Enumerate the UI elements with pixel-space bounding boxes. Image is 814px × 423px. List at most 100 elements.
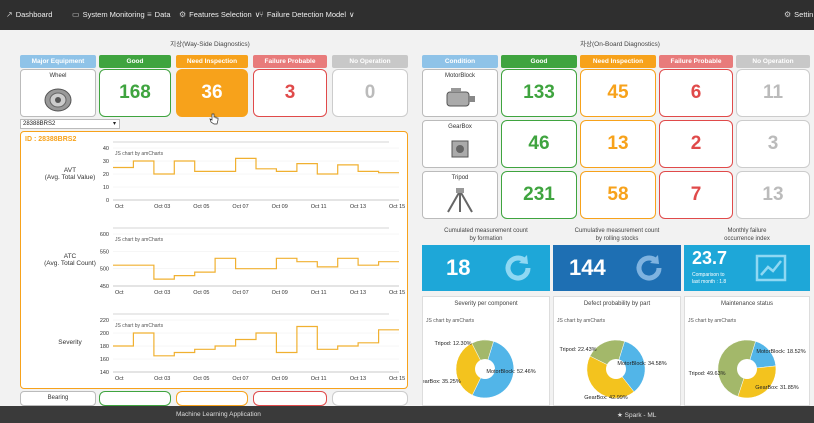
tripod-need-count[interactable]: 58 (580, 171, 656, 219)
maintenance-status-card: Maintenance status JS chart by amCharts … (684, 296, 810, 406)
onboard-header-good: Good (501, 55, 577, 68)
nav-data[interactable]: ≡ Data (147, 10, 171, 19)
bearing-fail-count[interactable] (253, 391, 327, 406)
nav-failure-detection-model[interactable]: ⑂ Failure Detection Model ∨ (259, 10, 355, 19)
x-tick-label: Oct 15 (389, 376, 405, 382)
condition-tripod-label: Tripod (451, 175, 469, 181)
pie-label: GearBox: 35.25% (423, 379, 461, 385)
star-icon: ★ (617, 412, 623, 419)
wheel-good-count[interactable]: 168 (99, 69, 171, 117)
kpi-rolling-tile[interactable]: 144 (553, 245, 681, 291)
chart-line-icon: ↗ (6, 10, 13, 19)
tripod-noop-count[interactable]: 13 (736, 171, 810, 219)
nav-system-monitoring[interactable]: ▭ System Monitoring (72, 10, 145, 19)
nav-settings-label: Settin (794, 10, 814, 19)
gearbox-good-count[interactable]: 46 (501, 120, 577, 168)
condition-motorblock[interactable]: MotorBlock (422, 69, 498, 117)
kpi-rolling-value: 144 (569, 255, 606, 280)
pie-label: MotorBlock: 34.58% (617, 361, 666, 367)
x-tick-label: Oct 07 (232, 376, 248, 382)
onboard-header-condition: Condition (422, 55, 498, 68)
tripod-good-count[interactable]: 231 (501, 171, 577, 219)
y-tick-label: 220 (100, 318, 109, 324)
motorblock-noop-count[interactable]: 11 (736, 69, 810, 117)
refresh-icon (636, 255, 662, 281)
y-tick-label: 600 (100, 232, 109, 238)
y-tick-label: 20 (103, 172, 109, 178)
x-tick-label: Oct 07 (232, 204, 248, 210)
y-tick-label: 30 (103, 159, 109, 165)
y-tick-label: 10 (103, 185, 109, 191)
database-icon: ≡ (147, 10, 152, 19)
x-tick-label: Oct 07 (232, 290, 248, 296)
refresh-icon (505, 255, 531, 281)
line-series-severity (113, 325, 399, 357)
defect-probability-card: Defect probability by part JS chart by a… (553, 296, 681, 406)
wayside-header-equipment: Major Equipment (20, 55, 96, 68)
condition-gearbox-label: GearBox (448, 124, 472, 130)
x-tick-label: Oct 05 (193, 204, 209, 210)
x-tick-label: Oct 13 (350, 290, 366, 296)
gearbox-noop-count[interactable]: 3 (736, 120, 810, 168)
x-tick-label: Oct 03 (154, 376, 170, 382)
footer-app-name: Machine Learning Application (176, 411, 261, 418)
gearbox-fail-count[interactable]: 2 (659, 120, 733, 168)
chart-credit: JS chart by amCharts (115, 323, 164, 329)
condition-tripod[interactable]: Tripod (422, 171, 498, 219)
equipment-id-select[interactable]: 28388BRS2 ▾ (20, 119, 120, 129)
bearing-need-count[interactable] (176, 391, 248, 406)
nav-features-selection-label: Features Selection (189, 10, 252, 19)
pie-label: GearBox: 42.99% (584, 395, 628, 401)
motorblock-good-count[interactable]: 133 (501, 69, 577, 117)
onboard-title: 차상(On-Board Diagnostics) (580, 41, 660, 48)
onboard-header-noop: No Operation (736, 55, 810, 68)
kpi-formation-value: 18 (446, 255, 471, 280)
footer-spark: ★ Spark - ML (617, 412, 657, 419)
gear-icon: ⚙ (784, 10, 792, 19)
nav-dashboard[interactable]: ↗ Dashboard (6, 10, 52, 19)
footer-bar: Machine Learning Application ★ Spark - M… (0, 406, 814, 423)
pie-hole (737, 359, 757, 379)
pie-label: Tripod: 22.43% (559, 347, 596, 353)
kpi-formation-tile[interactable]: 18 (422, 245, 550, 291)
condition-gearbox[interactable]: GearBox (422, 120, 498, 168)
kpi-monthly-tile[interactable]: 23.7 Comparison to last month : 1.8 (684, 245, 810, 291)
bearing-good-count[interactable] (99, 391, 171, 406)
chart-credit: JS chart by amCharts (115, 237, 164, 243)
y-tick-label: 160 (100, 357, 109, 363)
motorblock-fail-count[interactable]: 6 (659, 69, 733, 117)
kpi-formation-title: Cumulated measurement count by formation (444, 228, 528, 242)
x-tick-label: Oct 13 (350, 204, 366, 210)
nav-features-selection[interactable]: ⚙ Features Selection ∨ (179, 10, 260, 19)
gearbox-need-count[interactable]: 13 (580, 120, 656, 168)
maintenance-status-title: Maintenance status (720, 301, 774, 307)
wheel-fail-count[interactable]: 3 (253, 69, 327, 117)
y-tick-label: 500 (100, 267, 109, 273)
chevron-down-icon: ▾ (112, 121, 116, 127)
equipment-wheel-label: Wheel (49, 73, 67, 79)
y-tick-label: 0 (106, 198, 109, 204)
condition-motorblock-label: MotorBlock (444, 73, 475, 79)
bearing-noop-count[interactable] (332, 391, 408, 406)
wheel-need-count[interactable]: 36 (176, 69, 248, 117)
x-tick-label: Oct 09 (272, 204, 288, 210)
nav-data-label: Data (154, 10, 171, 19)
line-charts: 40 30 20 10 0 JS chart by amCharts Oct Oct 03 Oc… (100, 141, 405, 382)
onboard-header-fail: Failure Probable (659, 55, 733, 68)
onboard-header-need: Need Inspection (580, 55, 656, 68)
wayside-header-need: Need Inspection (176, 55, 248, 68)
nav-settings[interactable]: ⚙ Settin (784, 10, 813, 19)
pie-chart-defect: MotorBlock: 34.58% GearBox: 42.99% Tripod:… (559, 339, 667, 401)
x-tick-label: Oct (115, 204, 124, 210)
equipment-bearing[interactable]: Bearing (20, 391, 96, 406)
tripod-fail-count[interactable]: 7 (659, 171, 733, 219)
top-navbar: ↗ Dashboard ▭ System Monitoring ≡ Data ⚙… (0, 0, 814, 30)
y-tick-label: 550 (100, 249, 109, 255)
motorblock-need-count[interactable]: 45 (580, 69, 656, 117)
wheel-noop-count[interactable]: 0 (332, 69, 408, 117)
equipment-wheel[interactable]: Wheel (20, 69, 96, 117)
x-tick-label: Oct 11 (311, 204, 327, 210)
equipment-chart-panel: ID : 28388BRS2 AVT (Avg. Total Value) ATC… (20, 131, 408, 389)
severity-per-component-title: Severity per component (454, 301, 518, 307)
x-tick-label: Oct 05 (193, 290, 209, 296)
